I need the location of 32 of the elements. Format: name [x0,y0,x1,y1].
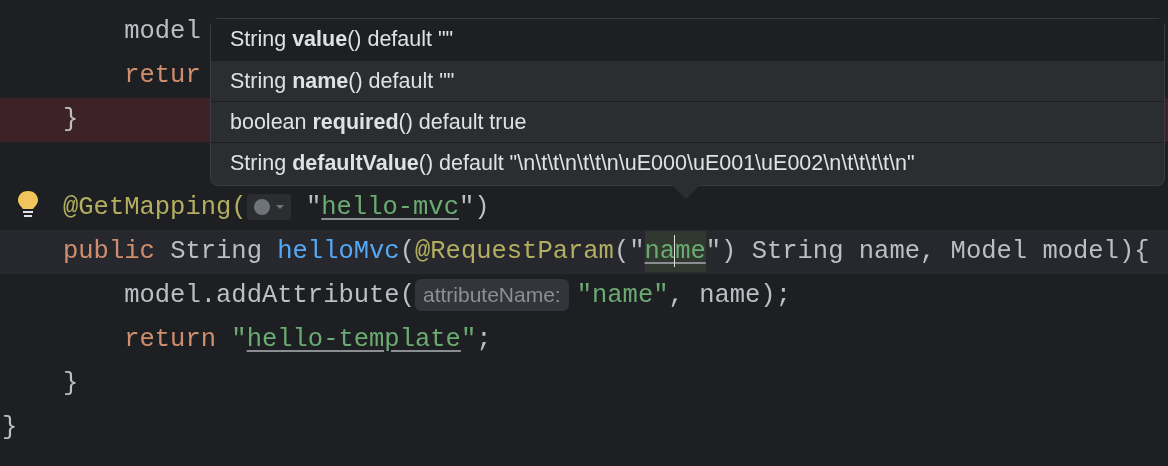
code-text: ") [459,193,490,222]
code-text: String [170,237,263,266]
lightbulb-icon[interactable] [17,190,39,218]
code-text: model [123,17,201,46]
code-text: ( [399,237,415,266]
string-link[interactable]: hello-template [246,325,461,354]
code-text: " [304,193,322,222]
parameter-signature[interactable]: String defaultValue() default "\n\t\t\n\t\t\n\uE000\uE001\uE002\n\t\t\t\t\n" [211,142,1164,183]
code-text: , name); [668,281,791,310]
code-text: } [63,105,79,134]
string-literal: " [460,325,477,354]
method-name: helloMvc [277,237,400,266]
string-literal: "name" [576,281,669,310]
code-text: } [63,369,79,398]
code-keyword: retur [123,61,201,90]
code-text: (" [613,237,645,266]
code-keyword: return [123,325,218,354]
parameter-signature[interactable]: String name() default "" [211,60,1164,101]
parameter-signature[interactable]: boolean required() default true [211,101,1164,142]
annotation: @GetMapping( [63,193,247,222]
code-text: ; [476,325,492,354]
annotation: @RequestParam [415,237,614,266]
highlighted-string: na [644,231,676,272]
code-keyword: public [63,237,156,266]
string-link[interactable]: hello-mvc [321,193,459,222]
parameter-signature[interactable]: String value() default "" [211,19,1164,60]
code-text: } [2,413,18,442]
code-text: ") String name, Model model){ [705,237,1150,266]
inlay-hint: attributeName: [414,279,569,312]
code-text: model.addAttribute( [123,281,415,310]
highlighted-string: me [675,231,706,272]
string-literal: " [231,325,247,354]
